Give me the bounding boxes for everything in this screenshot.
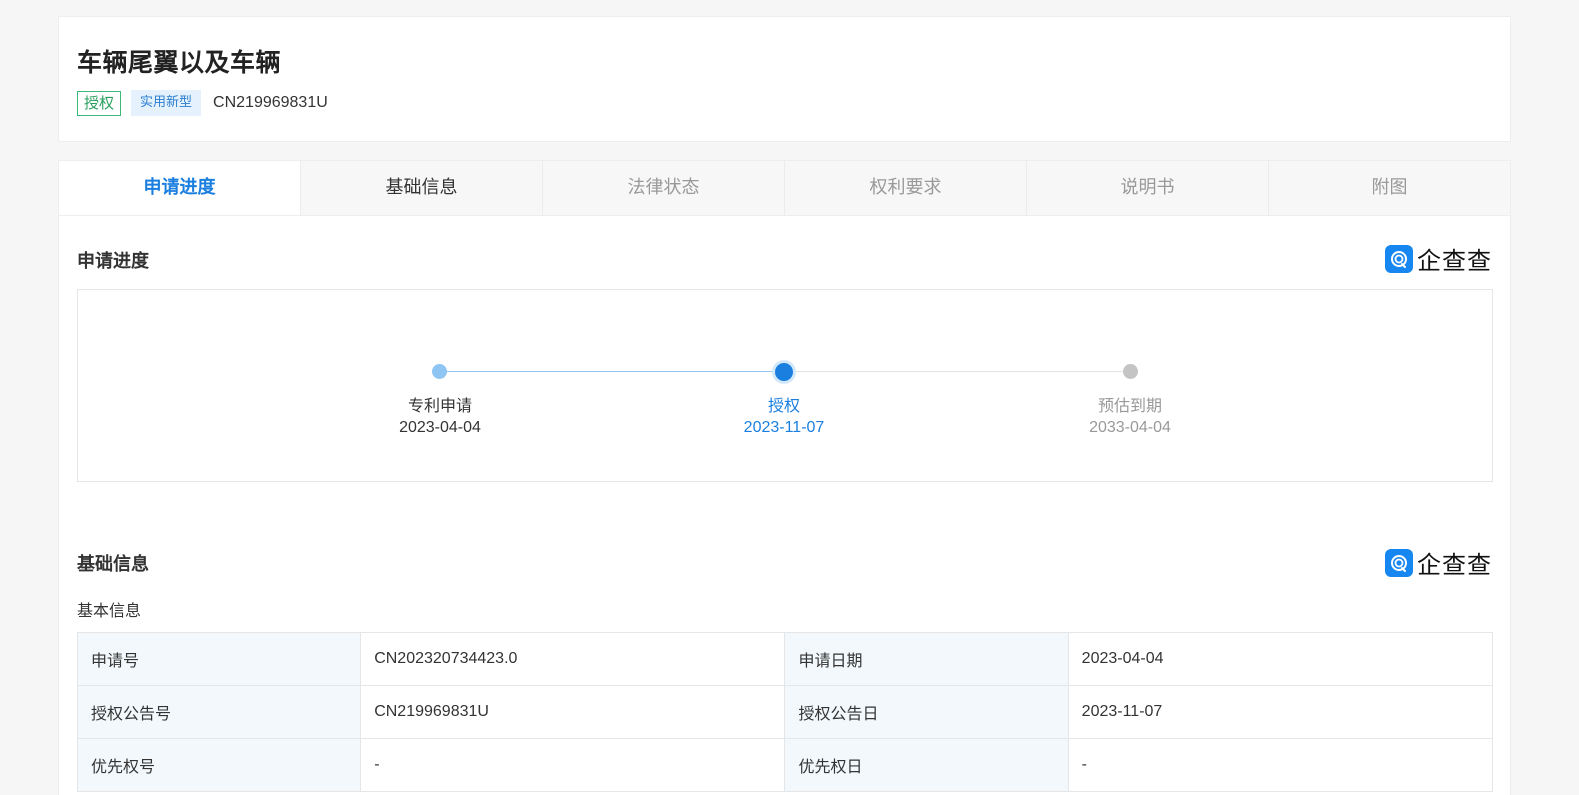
step-date-apply: 2023-04-04 bbox=[399, 419, 481, 436]
table-row: 优先权号 - 优先权日 - bbox=[76, 738, 1494, 792]
type-badge: 实用新型 bbox=[131, 90, 202, 116]
brand-name: 企查查 bbox=[1417, 551, 1492, 579]
brand-logo-2[interactable]: 企查查 bbox=[1385, 545, 1492, 580]
table-key: 优先权号 bbox=[76, 738, 362, 792]
table-value: 2023-11-07 bbox=[1067, 685, 1494, 739]
step-date-grant: 2023-11-07 bbox=[743, 419, 825, 436]
table-row: 申请号 CN202320734423.0 申请日期 2023-04-04 bbox=[76, 632, 1494, 686]
tab-progress[interactable]: 申请进度 bbox=[59, 161, 301, 215]
table-key: 授权公告号 bbox=[76, 685, 362, 739]
tab-description[interactable]: 说明书 bbox=[1027, 161, 1269, 215]
patent-detail-card: 申请进度 基础信息 法律状态 权利要求 说明书 附图 申请进度 企查查 专利申请… bbox=[58, 160, 1511, 795]
table-value: CN219969831U bbox=[360, 685, 786, 739]
progress-section-title: 申请进度 bbox=[77, 251, 149, 272]
qichacha-logo-icon bbox=[1385, 244, 1413, 273]
table-key: 申请号 bbox=[76, 632, 362, 686]
step-label-grant: 授权 bbox=[767, 396, 800, 415]
table-key: 优先权日 bbox=[784, 738, 1069, 792]
step-dot-expire bbox=[1123, 364, 1138, 379]
table-value: - bbox=[1067, 738, 1494, 792]
step-dot-grant bbox=[775, 363, 793, 381]
progress-timeline: 专利申请 2023-04-04 授权 2023-11-07 预估到期 2033-… bbox=[77, 289, 1493, 482]
page-title: 车辆尾翼以及车辆 bbox=[77, 48, 282, 77]
tag-row: 授权 实用新型 CN219969831U bbox=[77, 90, 328, 116]
tab-drawings[interactable]: 附图 bbox=[1269, 161, 1510, 215]
qichacha-logo-icon bbox=[1385, 548, 1413, 577]
table-row: 授权公告号 CN219969831U 授权公告日 2023-11-07 bbox=[76, 685, 1494, 739]
step-label-apply: 专利申请 bbox=[407, 396, 472, 415]
table-key: 申请日期 bbox=[784, 632, 1069, 686]
brand-logo[interactable]: 企查查 bbox=[1385, 241, 1492, 276]
table-value: 2023-04-04 bbox=[1067, 632, 1494, 686]
table-key: 授权公告日 bbox=[784, 685, 1069, 739]
table-value: CN202320734423.0 bbox=[360, 632, 786, 686]
basic-info-subtitle: 基本信息 bbox=[77, 601, 142, 620]
timeline-line-pending bbox=[784, 371, 1130, 372]
basic-info-section-title: 基础信息 bbox=[77, 554, 149, 575]
tab-claims[interactable]: 权利要求 bbox=[785, 161, 1027, 215]
tab-basic-info[interactable]: 基础信息 bbox=[301, 161, 543, 215]
basic-info-table: 申请号 CN202320734423.0 申请日期 2023-04-04 授权公… bbox=[76, 632, 1494, 792]
step-label-expire: 预估到期 bbox=[1097, 396, 1162, 415]
step-dot-apply bbox=[432, 364, 447, 379]
tab-bar: 申请进度 基础信息 法律状态 权利要求 说明书 附图 bbox=[59, 161, 1510, 216]
table-value: - bbox=[360, 738, 786, 792]
tab-legal-status[interactable]: 法律状态 bbox=[543, 161, 785, 215]
brand-name: 企查查 bbox=[1417, 247, 1492, 275]
patent-number: CN219969831U bbox=[213, 94, 328, 111]
patent-header-card: 车辆尾翼以及车辆 授权 实用新型 CN219969831U bbox=[58, 16, 1511, 142]
step-date-expire: 2033-04-04 bbox=[1089, 419, 1171, 436]
timeline-line-done bbox=[440, 371, 784, 372]
status-badge: 授权 bbox=[77, 90, 122, 116]
